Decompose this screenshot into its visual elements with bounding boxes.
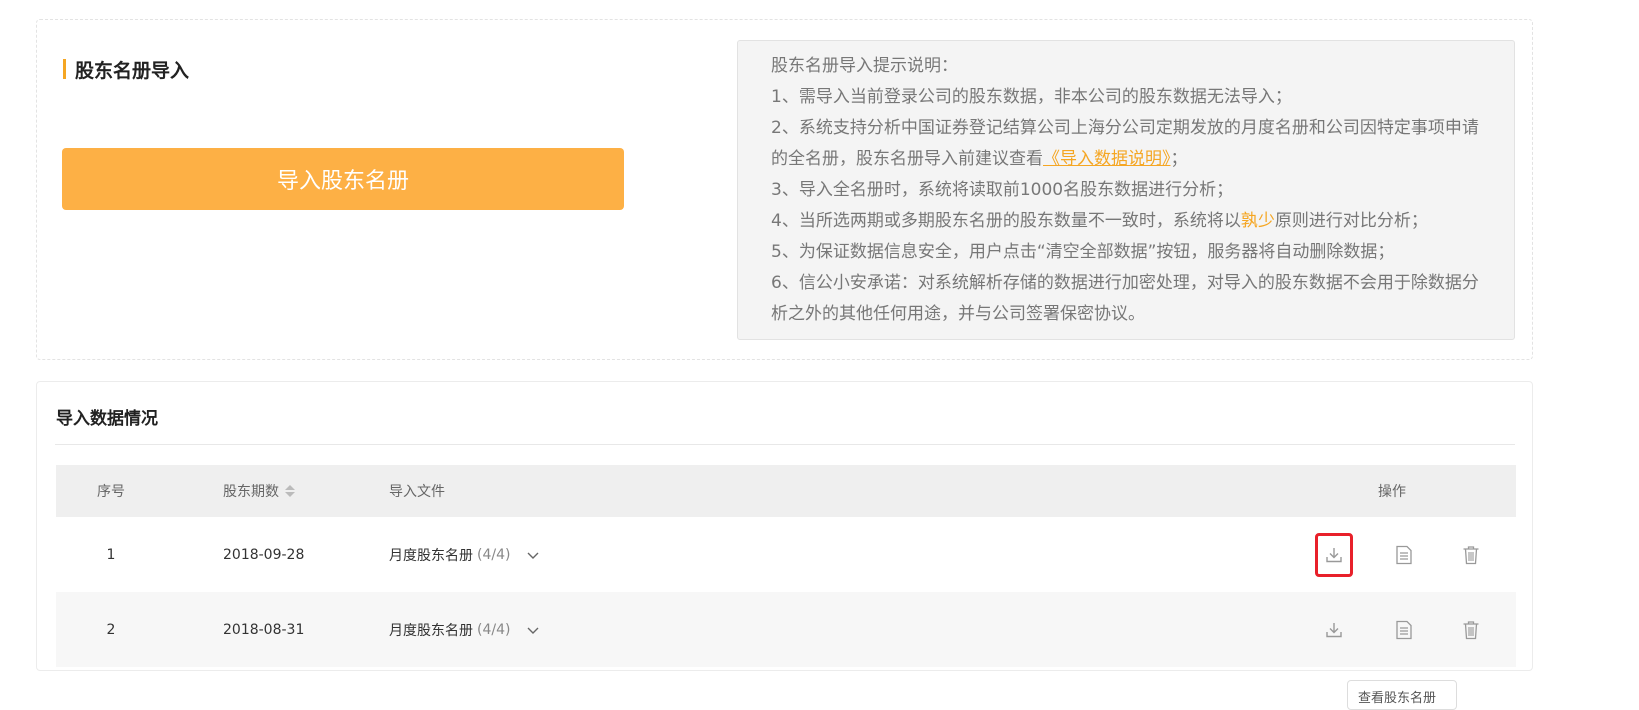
table-row: 2 2018-08-31 月度股东名册 (4/4) 查看股东名册 <box>56 592 1516 710</box>
notice-highlight-text: 孰少 <box>1240 211 1275 231</box>
import-title-text: 股东名册导入 <box>75 59 190 82</box>
table-row: 1 2018-09-28 月度股东名册 (4/4) <box>56 517 1516 592</box>
document-icon <box>1396 545 1412 564</box>
data-section-title: 导入数据情况 <box>56 409 158 429</box>
file-name: 月度股东名册 <box>389 622 473 639</box>
column-header-index: 序号 <box>97 484 125 500</box>
import-section-title: 股东名册导入 <box>63 58 190 82</box>
column-header-file: 导入文件 <box>389 484 445 500</box>
row-file: 月度股东名册 (4/4) <box>326 545 1236 565</box>
file-count: (4/4) <box>477 546 511 563</box>
delete-button[interactable] <box>1452 533 1490 577</box>
row-index: 2 <box>106 621 116 638</box>
file-count: (4/4) <box>477 621 511 638</box>
chevron-down-icon[interactable] <box>526 548 540 562</box>
import-notice-box: 股东名册导入提示说明： 1、需导入当前登录公司的股东数据，非本公司的股东数据无法… <box>737 40 1515 340</box>
download-icon <box>1326 547 1342 562</box>
column-header-period[interactable]: 股东期数 <box>166 481 326 501</box>
import-panel: 股东名册导入 导入股东名册 股东名册导入提示说明： 1、需导入当前登录公司的股东… <box>36 19 1533 360</box>
column-header-ops: 操作 <box>1378 484 1406 500</box>
notice-item-1: 1、需导入当前登录公司的股东数据，非本公司的股东数据无法导入； <box>771 87 1292 107</box>
import-data-panel: 导入数据情况 序号 股东期数 导入文件 操作 1 2018-09-28 月度股东… <box>36 381 1533 710</box>
import-data-table: 序号 股东期数 导入文件 操作 1 2018-09-28 月度股东名册 (4/4… <box>56 465 1516 710</box>
trash-icon <box>1463 620 1479 639</box>
sort-icon[interactable] <box>285 485 295 497</box>
view-register-button[interactable] <box>1385 533 1423 577</box>
table-header: 序号 股东期数 导入文件 操作 <box>56 465 1516 517</box>
title-accent-bar <box>63 59 66 79</box>
notice-heading: 股东名册导入提示说明： <box>771 56 958 76</box>
section-divider <box>55 444 1515 445</box>
view-register-button[interactable] <box>1385 608 1423 652</box>
notice-item-4: 4、当所选两期或多期股东名册的股东数量不一致时，系统将以孰少原则进行对比分析； <box>771 211 1428 231</box>
import-shareholder-register-button[interactable]: 导入股东名册 <box>62 148 624 210</box>
notice-item-5: 5、为保证数据信息安全，用户点击“清空全部数据”按钮，服务器将自动删除数据； <box>771 242 1395 262</box>
file-name: 月度股东名册 <box>389 547 473 564</box>
download-icon <box>1326 622 1342 637</box>
trash-icon <box>1463 545 1479 564</box>
import-data-guide-link[interactable]: 《导入数据说明》 <box>1043 149 1171 169</box>
notice-item-3: 3、导入全名册时，系统将读取前1000名股东数据进行分析； <box>771 180 1234 200</box>
download-button[interactable] <box>1315 608 1353 652</box>
row-file: 月度股东名册 (4/4) <box>326 620 1236 640</box>
row-index: 1 <box>106 546 116 563</box>
chevron-down-icon[interactable] <box>526 623 540 637</box>
notice-item-2: 2、系统支持分析中国证券登记结算公司上海分公司定期发放的月度名册和公司因特定事项… <box>771 118 1479 169</box>
view-register-tooltip: 查看股东名册 <box>1347 679 1457 710</box>
delete-button[interactable] <box>1452 608 1490 652</box>
download-button[interactable] <box>1315 532 1353 577</box>
notice-item-6: 6、信公小安承诺：对系统解析存储的数据进行加密处理，对导入的股东数据不会用于除数… <box>771 273 1479 324</box>
document-icon <box>1396 620 1412 639</box>
row-period: 2018-08-31 <box>223 621 305 638</box>
row-period: 2018-09-28 <box>223 546 305 563</box>
